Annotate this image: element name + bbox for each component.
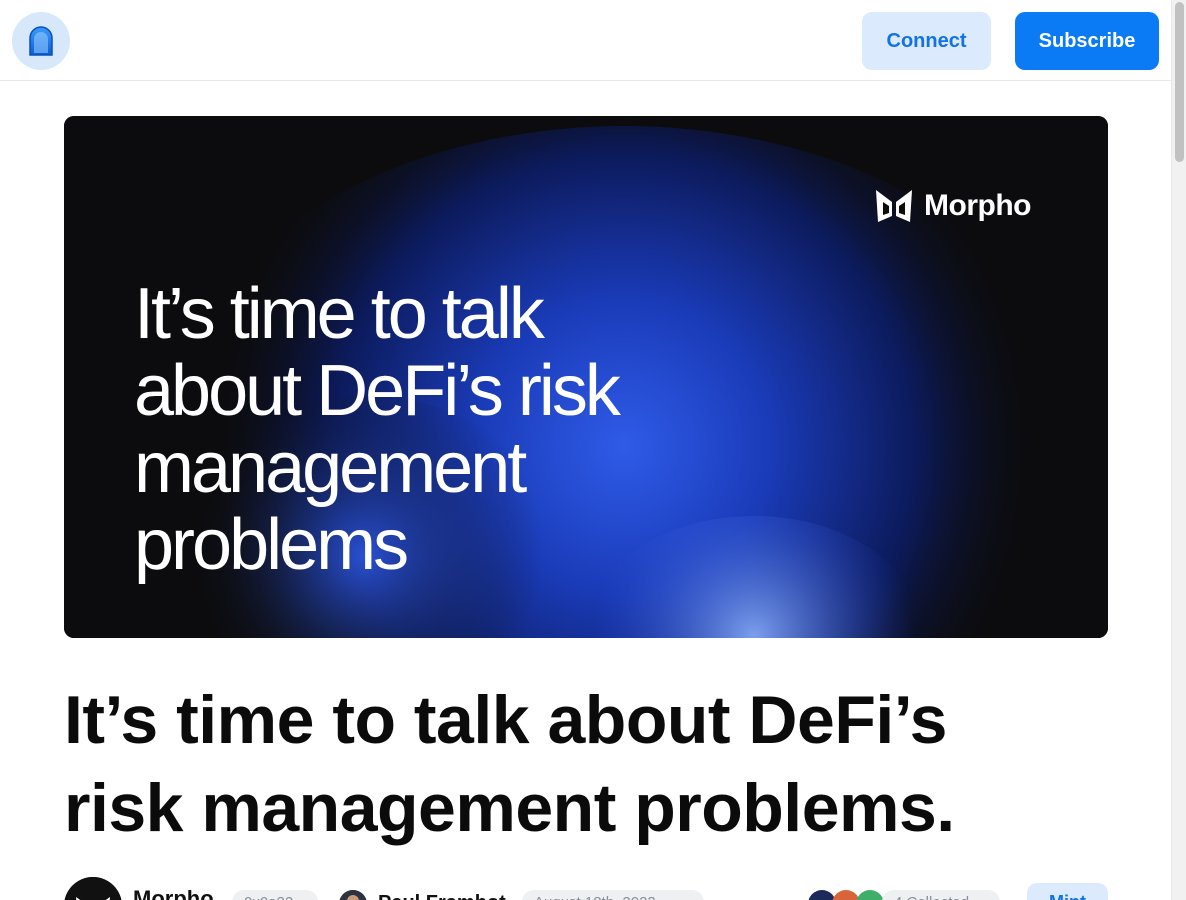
top-navigation-bar: Connect Subscribe [0,0,1171,81]
scrollbar-thumb[interactable] [1175,2,1184,162]
contributor-name[interactable]: Paul Frambot [378,892,506,900]
article-title-line: risk management problems. [64,770,955,846]
publication-logo-icon [64,877,122,900]
morpho-brand: Morpho [874,188,1031,224]
collected-count-pill[interactable]: 4 Collected [882,890,1000,900]
connect-button[interactable]: Connect [862,12,991,70]
home-logo[interactable] [12,12,70,70]
brand-name: Morpho [924,189,1031,222]
publication-name[interactable]: Morpho [133,886,214,900]
cover-headline-line: problems [134,505,409,585]
date-pill: August 18th, 2023 [522,890,704,900]
cover-headline-line: It’s time to talk [134,274,545,354]
cover-headline-line: management [134,428,527,508]
cover-image: Morpho It’s time to talk about DeFi’s ri… [64,116,1108,638]
person-avatar-icon [339,890,367,900]
contributor-avatar[interactable] [339,890,367,900]
arch-logo-icon [29,26,53,56]
mint-button[interactable]: Mint [1027,883,1108,900]
vertical-scrollbar[interactable] [1171,0,1186,900]
article-meta-row: Morpho 0x0a22 Paul Frambot August 18th, … [0,874,1171,900]
publication-avatar[interactable] [64,877,122,900]
butterfly-icon [876,190,912,222]
subscribe-button[interactable]: Subscribe [1015,12,1159,70]
article-title: It’s time to talk about DeFi’s risk mana… [64,676,1108,852]
cover-headline-line: about DeFi’s risk [134,351,621,431]
cover-headline: It’s time to talk about DeFi’s risk mana… [134,276,694,584]
article-title-line: It’s time to talk about DeFi’s [64,682,947,758]
address-pill[interactable]: 0x0a22 [232,890,318,900]
collector-avatar[interactable] [856,890,884,900]
